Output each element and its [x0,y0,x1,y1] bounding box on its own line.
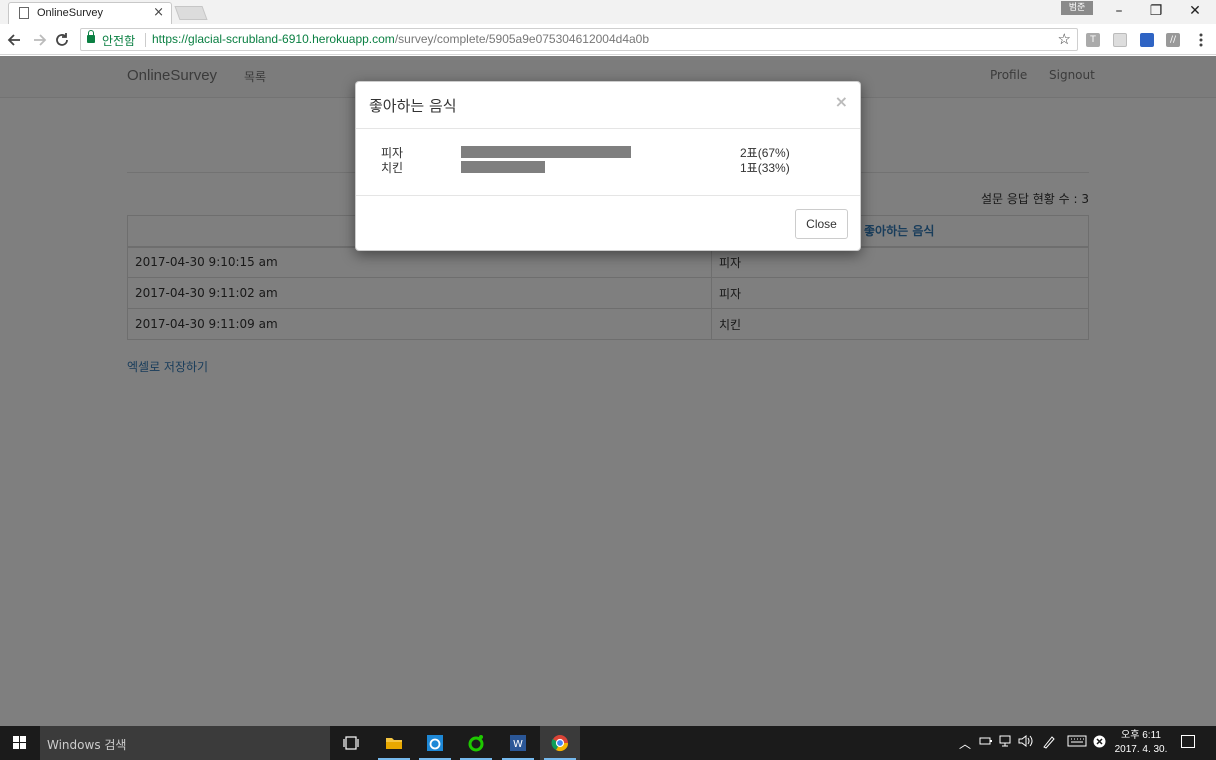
clock-time: 오후 6:11 [1121,730,1161,741]
address-bar[interactable]: 안전함 https://glacial-scrubland-6910.herok… [80,28,1078,51]
translate-extension-icon[interactable]: T [1086,33,1100,47]
windows-taskbar: Windows 검색 W ︿ 오후 6:11 2017. 4. 30. [0,726,1216,760]
taskbar-ie[interactable] [415,726,455,760]
taskbar-messenger[interactable] [456,726,496,760]
folder-icon [386,738,402,749]
result-count: 1표(33%) [740,161,790,175]
ime-status-icon[interactable] [1093,735,1106,748]
taskbar-word[interactable]: W [498,726,538,760]
windows-logo-icon [13,736,27,750]
result-row: 피자 2표(67%) [356,144,860,160]
modal-body: 피자 2표(67%) 치킨 1표(33%) [356,130,860,196]
restore-icon[interactable]: ❐ [1137,0,1175,24]
results-modal: 좋아하는 음식 × 피자 2표(67%) 치킨 1표(33%) Close [355,81,861,251]
window-close-icon[interactable]: ✕ [1176,0,1214,24]
word-icon: W [510,735,526,751]
pen-icon[interactable] [1042,735,1056,749]
taskbar-search[interactable]: Windows 검색 [40,726,330,760]
style-extension-icon[interactable]: // [1166,33,1180,47]
extension-icon[interactable] [1113,33,1127,47]
taskbar-explorer[interactable] [374,726,414,760]
secure-label: 안전함 [102,34,136,48]
clock-date: 2017. 4. 30. [1114,744,1168,755]
result-bar [461,161,545,173]
browser-tab[interactable]: OnlineSurvey × [8,2,172,24]
profile-badge[interactable]: 범준 [1061,1,1093,15]
back-icon[interactable] [5,30,25,50]
task-view-icon [343,736,359,750]
menu-kebab-icon[interactable] [1191,30,1211,50]
task-view-button[interactable] [331,726,371,760]
network-icon[interactable] [999,735,1013,747]
bookmark-extension-icon[interactable] [1140,33,1154,47]
browser-toolbar: 안전함 https://glacial-scrubland-6910.herok… [0,24,1216,55]
url-text[interactable]: https://glacial-scrubland-6910.herokuapp… [152,32,649,46]
modal-close-icon[interactable]: × [835,92,848,111]
taskbar-chrome[interactable] [540,726,580,760]
result-row: 치킨 1표(33%) [356,159,860,175]
chrome-icon [551,735,569,752]
taskbar-search-placeholder: Windows 검색 [47,738,127,752]
tray-chevron-up-icon[interactable]: ︿ [959,735,971,752]
bookmark-star-icon[interactable]: ☆ [1058,30,1071,48]
notification-icon[interactable] [1181,735,1195,748]
keyboard-icon[interactable] [1067,735,1087,747]
taskbar-clock[interactable]: 오후 6:11 2017. 4. 30. [1112,729,1170,757]
reload-icon[interactable] [52,30,72,50]
battery-icon[interactable] [979,735,993,747]
messenger-icon [468,735,484,752]
minimize-icon[interactable]: – [1100,0,1138,24]
result-bar-track [461,161,715,173]
tab-close-icon[interactable]: × [153,5,164,20]
forward-icon[interactable] [29,30,49,50]
close-button[interactable]: Close [795,209,848,239]
url-path: /survey/complete/5905a9e075304612004d4a0… [394,32,650,46]
new-tab-button[interactable] [174,6,208,20]
modal-header: 좋아하는 음식 × [356,82,860,129]
volume-icon[interactable] [1018,735,1034,747]
lock-icon [87,30,95,43]
page-icon [19,7,29,19]
tab-title: OnlineSurvey [37,7,104,19]
svg-text:W: W [513,739,523,750]
start-button[interactable] [0,726,40,760]
url-host: https://glacial-scrubland-6910.herokuapp… [152,32,395,46]
browser-app-icon [427,735,443,751]
result-bar [461,146,632,158]
modal-title: 좋아하는 음식 [369,97,457,115]
browser-titlebar: OnlineSurvey × 범준 – ❐ ✕ [0,0,1216,24]
result-label: 치킨 [381,161,404,175]
omnibox-divider [145,33,146,47]
result-bar-track [461,146,715,158]
